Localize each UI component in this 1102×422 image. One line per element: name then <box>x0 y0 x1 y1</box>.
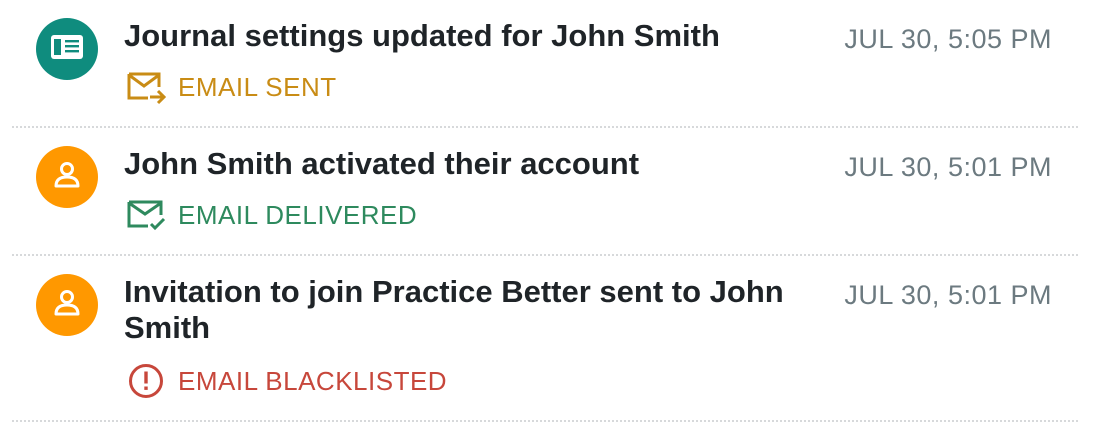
email-status: EMAIL SENT <box>126 69 337 105</box>
activity-title: Invitation to join Practice Better sent … <box>124 274 784 345</box>
email-status-label: EMAIL DELIVERED <box>178 199 418 230</box>
activity-timestamp: JUL 30, 5:05 PM <box>844 24 1052 54</box>
activity-item[interactable]: Invitation to join Practice Better sent … <box>12 256 1078 422</box>
activity-title: John Smith activated their account <box>124 146 640 181</box>
email-delivered-icon <box>126 197 166 233</box>
activity-title: Journal settings updated for John Smith <box>124 18 720 53</box>
activity-item[interactable]: John Smith activated their account JUL 3… <box>12 128 1078 256</box>
email-status: EMAIL DELIVERED <box>126 197 417 233</box>
email-status-label: EMAIL BLACKLISTED <box>178 365 448 396</box>
email-status: EMAIL BLACKLISTED <box>126 363 447 399</box>
email-status-label: EMAIL SENT <box>178 71 337 102</box>
avatar <box>36 18 98 80</box>
avatar <box>36 146 98 208</box>
activity-item[interactable]: Journal settings updated for John Smith … <box>12 0 1078 128</box>
person-icon <box>53 289 81 322</box>
activity-feed: Journal settings updated for John Smith … <box>12 0 1078 422</box>
alert-circle-icon <box>126 363 166 399</box>
person-icon <box>53 161 81 194</box>
journal-icon <box>50 34 84 65</box>
avatar <box>36 274 98 336</box>
activity-timestamp: JUL 30, 5:01 PM <box>844 280 1052 310</box>
activity-timestamp: JUL 30, 5:01 PM <box>844 152 1052 182</box>
email-sent-icon <box>126 69 166 105</box>
